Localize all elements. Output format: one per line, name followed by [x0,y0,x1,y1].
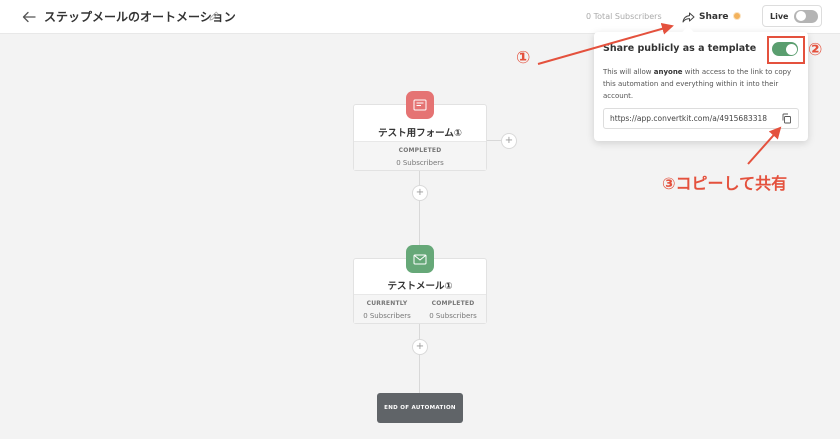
add-step-button[interactable]: + [412,185,428,201]
share-label: Share [699,12,729,22]
live-toggle[interactable] [794,9,819,23]
total-subscribers: 0 Total Subscribers [586,12,662,21]
stat-label: COMPLETED [398,147,442,154]
share-button[interactable]: Share [682,7,729,27]
share-url: https://app.convertkit.com/a/4915683318 [610,114,768,123]
stat-value: 0 Subscribers [363,312,411,320]
desc-emphasis: anyone [653,68,683,76]
pencil-icon[interactable] [208,10,220,22]
currently-stat: CURRENTLY 0 Subscribers [362,300,412,320]
completed-stat: COMPLETED 0 Subscribers [354,147,486,167]
end-of-automation: END OF AUTOMATION [377,393,463,423]
connector-line [486,140,502,141]
connector-line [419,322,420,393]
live-control: Live [762,5,822,27]
share-icon [682,12,695,22]
stat-label: CURRENTLY [366,300,408,307]
add-step-button[interactable]: + [412,339,428,355]
stat-label: COMPLETED [431,300,475,307]
form-node-stats: COMPLETED 0 Subscribers [354,141,486,170]
highlight-box [767,36,805,64]
annotation-3: ③コピーして共有 [662,174,788,193]
annotation-2: ② [808,40,823,60]
status-dot [733,12,741,20]
popover-title: Share publicly as a template [603,43,757,54]
copy-icon[interactable] [781,113,792,124]
completed-stat: COMPLETED 0 Subscribers [428,300,478,320]
email-node-stats: CURRENTLY 0 Subscribers COMPLETED 0 Subs… [354,294,486,323]
stat-value: 0 Subscribers [396,159,444,167]
automation-title[interactable]: ステップメールのオートメーション [44,8,236,26]
email-icon [406,245,434,273]
annotation-1: ① [516,48,531,68]
desc-text: This will allow [603,68,654,76]
top-bar: ステップメールのオートメーション 0 Total Subscribers Sha… [0,0,840,34]
form-icon [406,91,434,119]
stat-value: 0 Subscribers [429,312,477,320]
form-node-title: テスト用フォーム① [378,128,462,139]
live-label: Live [770,11,789,21]
email-node[interactable]: テストメール① CURRENTLY 0 Subscribers COMPLETE… [353,245,487,324]
popover-description: This will allow anyone with access to th… [603,66,799,102]
form-trigger-node[interactable]: テスト用フォーム① COMPLETED 0 Subscribers [353,91,487,171]
email-node-title: テストメール① [387,281,453,292]
add-step-button[interactable]: + [501,133,517,149]
share-url-field[interactable]: https://app.convertkit.com/a/4915683318 [603,108,799,129]
back-arrow-icon[interactable] [20,8,38,26]
